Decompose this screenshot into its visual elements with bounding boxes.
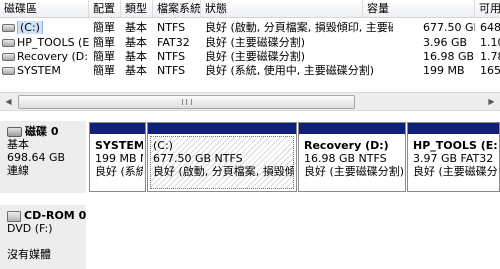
cdrom-drive: DVD (F:) xyxy=(7,222,53,235)
volume-name: HP_TOOLS (E:) xyxy=(17,36,89,49)
column-header-free[interactable]: 可用 xyxy=(475,0,500,17)
volume-status: 良好 (主要磁碟分割) xyxy=(205,50,306,63)
column-header-filesystem[interactable]: 檔案系統 xyxy=(153,0,201,17)
volume-list-header: 磁碟區 配置 類型 檔案系統 狀態 容量 可用 xyxy=(0,0,500,18)
partition-name: (C:) xyxy=(153,139,173,152)
volume-icon xyxy=(2,67,15,75)
volume-free: 648. xyxy=(480,21,500,34)
scroll-right-arrow-icon[interactable]: ▶ xyxy=(483,93,500,110)
volume-layout: 簡單 xyxy=(93,21,115,34)
volume-layout: 簡單 xyxy=(93,64,115,77)
partition-status: 良好 (啟動, 分頁檔案, 損毀傾印 xyxy=(153,165,294,178)
volume-row[interactable]: Recovery (D:) 簡單 基本 NTFS 良好 (主要磁碟分割) 16.… xyxy=(0,50,500,63)
volume-icon xyxy=(2,24,15,32)
volume-type: 基本 xyxy=(125,21,147,34)
volume-filesystem: NTFS xyxy=(157,50,186,63)
partition-bar xyxy=(90,123,145,134)
volume-free: 1.78 xyxy=(480,50,500,63)
volume-layout: 簡單 xyxy=(93,50,115,63)
volume-status: 良好 (啟動, 分頁檔案, 損毀傾印, 主要磁碟分割) xyxy=(205,21,393,34)
volume-name: Recovery (D:) xyxy=(17,50,89,63)
volume-name: (C:) xyxy=(17,21,43,34)
cdrom-media: 沒有媒體 xyxy=(7,248,51,261)
cdrom-title: CD-ROM 0 xyxy=(24,209,87,222)
hard-disk-icon xyxy=(7,127,22,137)
scrollbar-thumb[interactable] xyxy=(18,95,355,109)
partition-size: 3.97 GB FAT32 xyxy=(413,152,494,165)
volume-status: 良好 (系統, 使用中, 主要磁碟分割) xyxy=(205,64,375,77)
volume-icon xyxy=(2,53,15,61)
cd-drive-icon xyxy=(7,210,21,222)
partition-hp-tools[interactable]: HP_TOOLS (E:) 3.97 GB FAT32 良好 (主要磁碟分割) xyxy=(407,122,500,192)
disk-0-label[interactable]: 磁碟 0 基本 698.64 GB 連線 xyxy=(0,121,86,193)
partition-status: 良好 (系統 xyxy=(95,165,143,178)
volume-capacity: 16.98 GB xyxy=(423,50,475,63)
scroll-left-arrow-icon[interactable]: ◀ xyxy=(0,93,17,110)
partition-size: 199 MB N xyxy=(95,152,143,165)
volume-status: 良好 (主要磁碟分割) xyxy=(205,36,306,49)
disk-kind: 基本 xyxy=(7,138,29,151)
partition-recovery[interactable]: Recovery (D:) 16.98 GB NTFS 良好 (主要磁碟分割) xyxy=(298,122,406,192)
column-header-status[interactable]: 狀態 xyxy=(201,0,363,17)
partition-name: Recovery (D:) xyxy=(304,139,389,152)
volume-type: 基本 xyxy=(125,50,147,63)
volume-icon xyxy=(2,39,15,47)
volume-free: 165 xyxy=(480,64,500,77)
partition-bar xyxy=(299,123,405,134)
partition-bar xyxy=(148,123,296,134)
volume-type: 基本 xyxy=(125,36,147,49)
cdrom-0-label[interactable]: CD-ROM 0 DVD (F:) 沒有媒體 xyxy=(0,205,86,269)
volume-row[interactable]: (C:) 簡單 基本 NTFS 良好 (啟動, 分頁檔案, 損毀傾印, 主要磁碟… xyxy=(0,21,500,34)
partition-c[interactable]: (C:) 677.50 GB NTFS 良好 (啟動, 分頁檔案, 損毀傾印 xyxy=(147,122,297,192)
volume-capacity: 199 MB xyxy=(423,64,465,77)
volume-type: 基本 xyxy=(125,64,147,77)
disk-size: 698.64 GB xyxy=(7,151,66,164)
volume-name: SYSTEM xyxy=(17,64,61,77)
column-header-type[interactable]: 類型 xyxy=(121,0,153,17)
column-header-capacity[interactable]: 容量 xyxy=(363,0,475,17)
scrollbar-grip-icon xyxy=(182,99,192,105)
column-header-volume[interactable]: 磁碟區 xyxy=(0,0,89,17)
volume-filesystem: FAT32 xyxy=(157,36,190,49)
volume-capacity: 677.50 GB xyxy=(423,21,475,34)
partition-size: 677.50 GB NTFS xyxy=(153,152,243,165)
volume-filesystem: NTFS xyxy=(157,64,186,77)
volume-row[interactable]: HP_TOOLS (E:) 簡單 基本 FAT32 良好 (主要磁碟分割) 3.… xyxy=(0,36,500,49)
partition-status: 良好 (主要磁碟分割) xyxy=(304,165,403,178)
partition-name: HP_TOOLS (E:) xyxy=(413,139,497,152)
column-header-layout[interactable]: 配置 xyxy=(89,0,121,17)
volume-free: 1.10 xyxy=(480,36,500,49)
partition-size: 16.98 GB NTFS xyxy=(304,152,387,165)
disk-state: 連線 xyxy=(7,164,29,177)
partition-name: SYSTEM xyxy=(95,139,143,152)
volume-row[interactable]: SYSTEM 簡單 基本 NTFS 良好 (系統, 使用中, 主要磁碟分割) 1… xyxy=(0,64,500,77)
volume-filesystem: NTFS xyxy=(157,21,186,34)
volume-layout: 簡單 xyxy=(93,36,115,49)
horizontal-scrollbar[interactable]: ◀ ▶ xyxy=(0,92,500,111)
partition-system[interactable]: SYSTEM 199 MB N 良好 (系統 xyxy=(89,122,146,192)
partition-status: 良好 (主要磁碟分割) xyxy=(413,165,497,178)
partition-bar xyxy=(408,123,499,134)
disk-title: 磁碟 0 xyxy=(25,125,59,138)
volume-capacity: 3.96 GB xyxy=(423,36,468,49)
